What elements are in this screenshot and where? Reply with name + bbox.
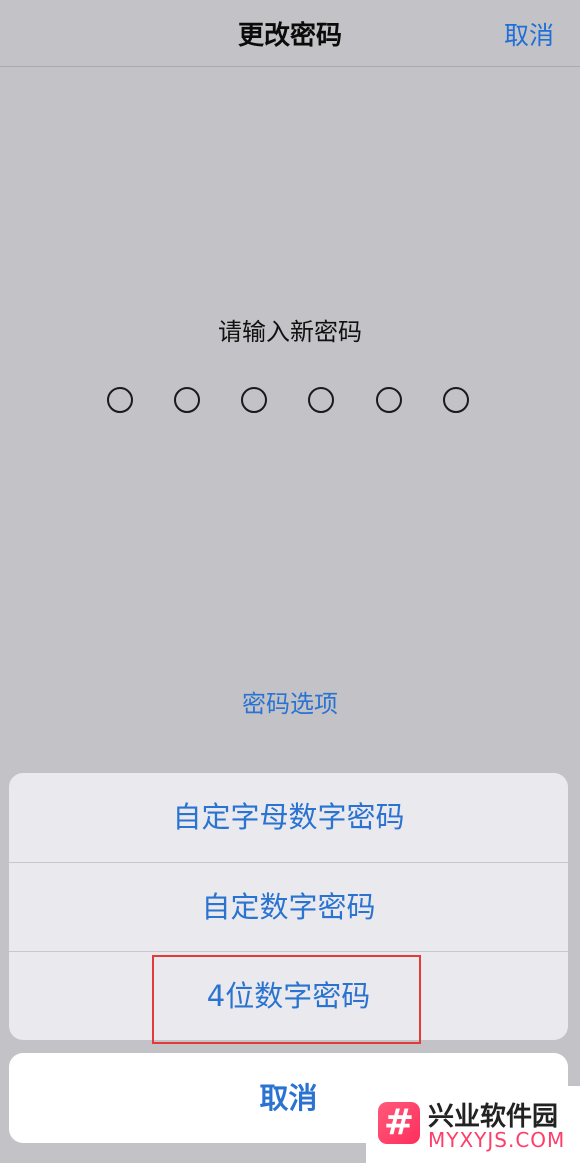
custom-alphanumeric-code-option[interactable]: 自定字母数字密码: [9, 773, 568, 862]
passcode-dot: [174, 387, 200, 413]
passcode-dot: [443, 387, 469, 413]
enter-new-passcode-prompt: 请输入新密码: [218, 318, 362, 346]
watermark: # 兴业软件园 MYXYJS.COM: [366, 1086, 580, 1163]
passcode-options-link[interactable]: 密码选项: [0, 684, 580, 719]
navigation-bar: 更改密码 取消: [0, 0, 580, 67]
watermark-url: MYXYJS.COM: [428, 1128, 566, 1152]
passcode-dot: [107, 387, 133, 413]
custom-numeric-code-option[interactable]: 自定数字密码: [9, 863, 568, 952]
page-title: 更改密码: [237, 21, 342, 51]
nav-cancel-button[interactable]: 取消: [504, 16, 554, 52]
passcode-dot: [376, 387, 402, 413]
passcode-dot: [308, 387, 334, 413]
highlight-box: [152, 955, 421, 1044]
watermark-logo-icon: #: [378, 1102, 420, 1144]
passcode-dot: [241, 387, 267, 413]
